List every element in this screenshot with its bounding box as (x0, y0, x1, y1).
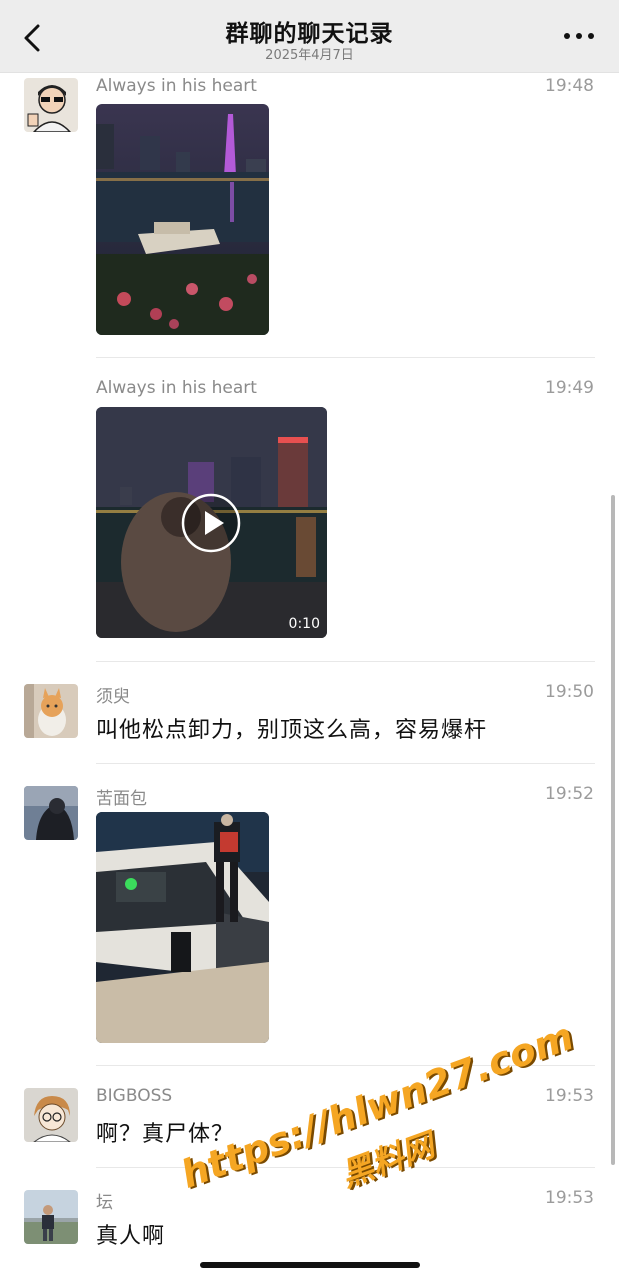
page-title: 群聊的聊天记录 (225, 21, 394, 47)
avatar[interactable] (24, 786, 78, 840)
image-attachment[interactable] (96, 104, 269, 335)
sender-name: BIGBOSS (96, 1086, 173, 1106)
more-icon[interactable] (561, 26, 597, 46)
message-text: 叫他松点卸力，别顶这么高，容易爆杆 (96, 718, 488, 743)
sender-name: 坛 (96, 1193, 113, 1213)
message-time: 19:53 (545, 1188, 594, 1208)
play-icon[interactable] (181, 493, 241, 553)
message-item: 须臾 19:50 叫他松点卸力，别顶这么高，容易爆杆 (0, 662, 619, 764)
message-time: 19:52 (545, 784, 594, 804)
avatar[interactable] (24, 684, 78, 738)
avatar[interactable] (24, 78, 78, 132)
video-attachment[interactable]: 0:10 (96, 407, 327, 638)
sender-name: 须臾 (96, 687, 130, 707)
message-item: Always in his heart 19:48 (0, 72, 619, 362)
avatar[interactable] (24, 1190, 78, 1244)
page-date: 2025年4月7日 (265, 48, 354, 63)
message-time: 19:48 (545, 76, 594, 96)
sender-name: Always in his heart (96, 378, 257, 398)
sender-name: Always in his heart (96, 76, 257, 96)
nav-bar: 群聊的聊天记录 2025年4月7日 (0, 0, 619, 73)
message-text: 真人啊 (96, 1224, 166, 1249)
avatar[interactable] (24, 1088, 78, 1142)
message-time: 19:50 (545, 682, 594, 702)
home-indicator (200, 1262, 420, 1268)
message-time: 19:49 (545, 378, 594, 398)
message-item: Always in his heart 19:49 0:10 (0, 362, 619, 662)
video-duration: 0:10 (288, 616, 320, 632)
sender-name: 苦面包 (96, 789, 147, 809)
scrollbar[interactable] (611, 495, 615, 1165)
image-attachment[interactable] (96, 812, 269, 1043)
message-divider (96, 357, 595, 358)
